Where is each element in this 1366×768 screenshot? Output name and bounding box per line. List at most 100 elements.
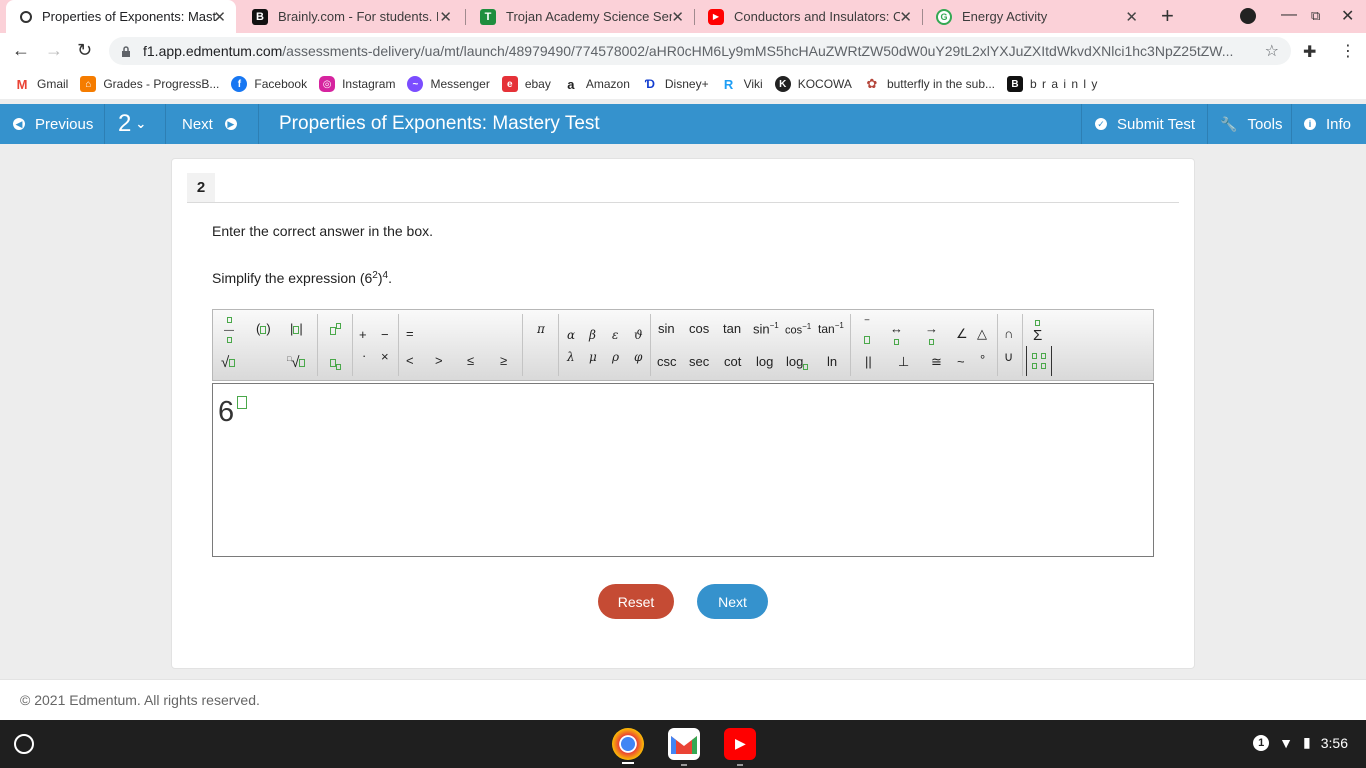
bookmark-disney[interactable]: Ɗ Disney+ [641,76,709,92]
log-base-button[interactable]: log [786,354,809,373]
forward-icon[interactable]: → [45,40,63,61]
launcher-icon[interactable] [14,734,34,754]
back-icon[interactable]: ← [12,40,30,61]
greater-than-button[interactable]: > [435,353,443,368]
tan-button[interactable]: tan [723,321,741,336]
angle-button[interactable]: ∠ [956,326,968,342]
window-close-icon[interactable]: ✕ [1341,6,1354,26]
bookmark-grades[interactable]: ⌂ Grades - ProgressB... [80,76,219,92]
minimize-icon[interactable]: — [1281,6,1297,24]
absolute-value-button[interactable]: | | [290,321,303,336]
subscript-button[interactable] [330,354,341,373]
equals-button[interactable]: = [406,326,414,341]
square-root-button[interactable]: √ [221,354,236,371]
bookmark-instagram[interactable]: ◎ Instagram [319,76,395,92]
tab-classroom[interactable]: T Trojan Academy Science Seme ✕ [466,0,694,33]
tab-edmentum[interactable]: Properties of Exponents: Mast ✕ [6,0,236,33]
bookmark-facebook[interactable]: f Facebook [231,76,307,92]
plus-button[interactable]: + [359,327,367,342]
system-tray[interactable]: 1 ▼ ▮ 3:56 [1253,734,1348,751]
ray-button[interactable]: → [925,322,938,347]
overline-button[interactable]: ‾ [864,318,870,346]
arcsin-button[interactable]: sin−1 [753,321,779,336]
next-nav-button[interactable]: Next ▶ [166,104,259,144]
restore-icon[interactable]: ⧉ [1311,8,1320,24]
nth-root-button[interactable]: □√ [287,354,306,371]
bookmark-gmail[interactable]: M Gmail [14,76,68,92]
bookmark-amazon[interactable]: a Amazon [562,76,630,92]
tab-youtube[interactable]: ▶ Conductors and Insulators: Co ✕ [694,0,922,33]
times-button[interactable]: × [381,349,389,364]
close-icon[interactable]: ✕ [1125,8,1138,26]
less-than-button[interactable]: < [406,353,414,368]
arctan-button[interactable]: tan−1 [818,321,844,336]
superscript-button[interactable] [330,320,341,337]
arccos-button[interactable]: cos−1 [785,322,811,337]
degree-button[interactable]: ° [980,352,985,367]
csc-button[interactable]: csc [657,354,677,369]
tab-search-icon[interactable] [1240,8,1256,24]
youtube-app-icon[interactable]: ▶ [724,728,756,760]
dot-button[interactable]: · [362,348,366,363]
cos-button[interactable]: cos [689,321,709,336]
phi-button[interactable]: φ [634,350,642,364]
extensions-icon[interactable]: ✚ [1303,42,1316,62]
bookmark-viki[interactable]: R Viki [720,76,763,92]
bookmark-butterfly[interactable]: ✿ butterfly in the sub... [863,76,995,92]
question-select[interactable]: 2 ⌄ [105,104,166,144]
fraction-button[interactable]: ― [224,316,234,346]
parentheses-button[interactable]: () [256,321,271,336]
bookmark-ebay[interactable]: e ebay [501,76,551,92]
submit-test-button[interactable]: ✓ Submit Test [1081,104,1208,144]
epsilon-button[interactable]: ε [612,328,618,342]
gmail-app-icon[interactable] [668,728,700,760]
next-button[interactable]: Next [697,584,768,619]
close-icon[interactable]: ✕ [213,8,226,26]
rho-button[interactable]: ρ [612,350,619,364]
matrix-button[interactable] [1026,346,1052,376]
bookmark-brainly[interactable]: Bb r a i n l y [1007,76,1098,92]
close-icon[interactable]: ✕ [899,8,912,26]
close-icon[interactable]: ✕ [671,8,684,26]
lambda-button[interactable]: λ [567,350,575,364]
line-button[interactable]: ↔ [890,322,903,347]
ln-button[interactable]: ln [827,354,837,369]
pi-button[interactable]: π [537,322,545,336]
mu-button[interactable]: μ [589,350,597,364]
reset-button[interactable]: Reset [598,584,674,619]
parallel-button[interactable]: || [865,354,872,369]
bookmark-star-icon[interactable]: ☆ [1265,41,1279,61]
bookmark-kocowa[interactable]: K KOCOWA [774,76,852,92]
tab-energy-activity[interactable]: G Energy Activity ✕ [922,0,1148,33]
reload-icon[interactable]: ↻ [77,40,92,61]
close-icon[interactable]: ✕ [439,8,452,26]
address-bar[interactable]: f1.app.edmentum.com/assessments-delivery… [109,37,1291,65]
less-equal-button[interactable]: ≤ [467,353,474,368]
bookmark-messenger[interactable]: ~ Messenger [407,76,490,92]
log-button[interactable]: log [756,354,773,369]
sin-button[interactable]: sin [658,321,675,336]
intersection-button[interactable]: ∩ [1004,326,1013,341]
sec-button[interactable]: sec [689,354,709,369]
cot-button[interactable]: cot [724,354,741,369]
minus-button[interactable]: − [381,327,389,342]
union-button[interactable]: ∪ [1004,349,1014,365]
answer-input[interactable]: 6 [212,383,1154,557]
triangle-button[interactable]: △ [977,326,987,342]
congruent-button[interactable]: ≅ [931,354,942,370]
beta-button[interactable]: β [589,328,596,342]
theta-button[interactable]: ϑ [634,328,643,342]
previous-button[interactable]: ◀ Previous [0,104,105,144]
summation-button[interactable]: Σ [1033,315,1042,343]
greater-equal-button[interactable]: ≥ [500,353,507,368]
similar-button[interactable]: ~ [957,354,965,369]
alpha-button[interactable]: α [567,328,575,342]
tab-brainly[interactable]: B Brainly.com - For students. By ✕ [238,0,462,33]
exponent-placeholder[interactable] [237,396,247,409]
tools-button[interactable]: 🔧 Tools [1208,104,1292,144]
perpendicular-button[interactable]: ⊥ [898,354,909,370]
new-tab-button[interactable]: + [1161,3,1174,29]
info-button[interactable]: i Info [1292,104,1366,144]
chrome-icon[interactable] [612,728,644,760]
menu-icon[interactable]: ⋮ [1340,41,1356,61]
